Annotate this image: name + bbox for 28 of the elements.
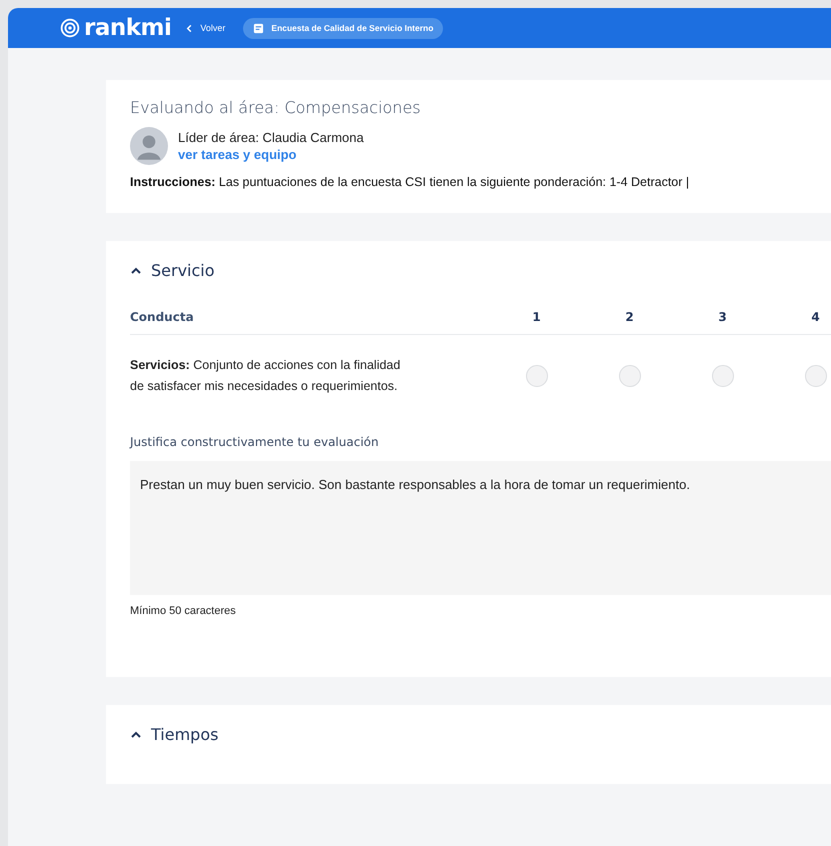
survey-title: Encuesta de Calidad de Servicio Interno [271,23,434,33]
instructions-text: Instrucciones: Las puntuaciones de la encuesta CSI tienen la siguiente ponderación: 1-4 Detractor | [130,175,690,189]
back-chevron-icon [185,24,194,32]
leader-name: Líder de área: Claudia Carmona [178,130,364,145]
behavior-text: Servicios: Conjunto de acciones con la finalidad de satisfacer mis necesidades o requerimientos. [130,357,402,395]
column-header: 2 [624,310,635,324]
rating-radio[interactable] [618,365,640,387]
area-title: Evaluando al área: Compensaciones [130,98,422,117]
column-header: 1 [531,310,542,324]
team-link[interactable]: ver tareas y equipo [178,147,364,162]
form-icon [253,22,264,34]
column-header: 3 [717,310,728,324]
section-title: Tiempos [151,725,218,744]
rating-radio[interactable] [712,365,734,387]
brand-name: rankmi [84,16,172,40]
justification-label: Justifica constructivamente tu evaluación [130,435,380,449]
rating-radio[interactable] [526,365,548,387]
section-header[interactable]: Servicio [130,261,831,280]
section-header[interactable]: Tiempos [130,725,831,744]
back-link[interactable]: Volver [185,23,226,33]
avatar-icon [130,127,168,165]
justification-field[interactable]: Prestan un muy buen servicio. Son bastante responsables a la hora de tomar un requerimiento. [130,461,831,595]
column-header: Conducta [130,310,195,324]
character-hint: Mínimo 50 caracteres [130,605,237,617]
column-header: 4 [810,310,821,324]
section-title: Servicio [151,261,215,280]
rating-radio[interactable] [804,365,826,387]
logo-icon [60,18,80,38]
